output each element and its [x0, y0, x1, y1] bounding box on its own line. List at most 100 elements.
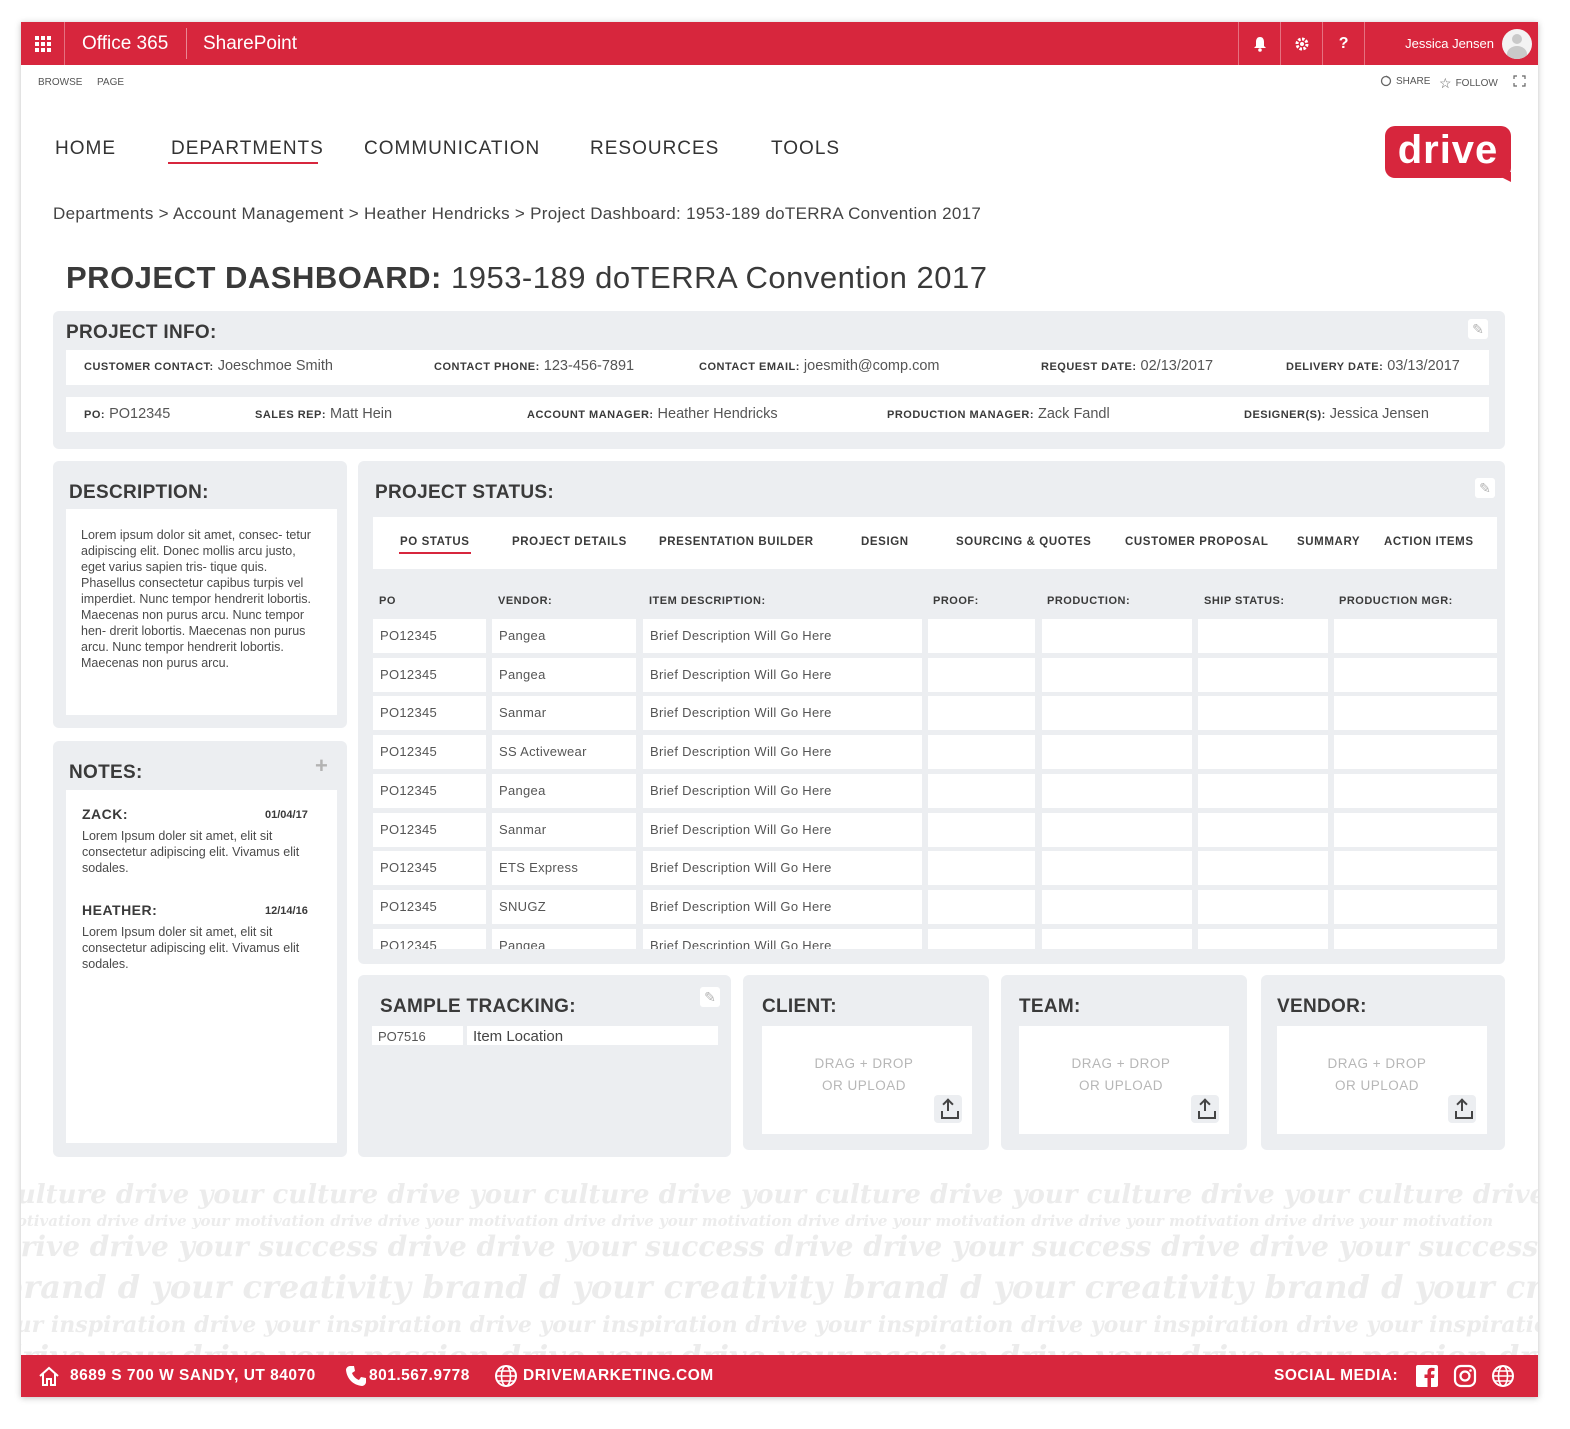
column-header-po: PO [379, 595, 396, 607]
table-cell[interactable] [1334, 696, 1497, 731]
table-row[interactable]: PO12345 Pangea Brief Description Will Go H… [373, 928, 1497, 949]
po-table: PO12345 Pangea Brief Description Will Go H… [373, 619, 1497, 949]
table-cell[interactable] [928, 928, 1035, 949]
user-menu[interactable]: Jessica Jensen [1364, 22, 1538, 65]
nav-tools[interactable]: TOOLS [771, 138, 840, 160]
table-cell[interactable] [1042, 619, 1192, 653]
table-cell[interactable] [1198, 657, 1328, 692]
sharepoint-link[interactable]: SharePoint [203, 22, 297, 65]
table-cell[interactable] [1042, 735, 1192, 770]
table-cell[interactable] [928, 773, 1035, 808]
table-row[interactable]: PO12345 SS Activewear Brief Description Wi… [373, 735, 1497, 770]
table-cell[interactable] [1042, 928, 1192, 949]
upload-icon[interactable] [1448, 1095, 1476, 1123]
plus-icon[interactable]: + [315, 753, 328, 779]
tab-po-status[interactable]: PO STATUS [400, 536, 470, 548]
table-cell[interactable] [1198, 889, 1328, 924]
footer-phone[interactable]: 801.567.9778 [369, 1355, 470, 1397]
table-cell[interactable] [1198, 851, 1328, 886]
tab-presentation-builder[interactable]: PRESENTATION BUILDER [659, 536, 814, 548]
bell-icon[interactable] [1238, 22, 1280, 65]
note-date: 01/04/17 [265, 809, 308, 821]
table-cell[interactable] [928, 812, 1035, 847]
description-heading: DESCRIPTION: [69, 482, 209, 503]
focus-icon[interactable] [1513, 75, 1526, 87]
nav-communication[interactable]: COMMUNICATION [364, 138, 540, 160]
suite-icons: ? Jessica Jensen [1238, 22, 1538, 65]
table-row[interactable]: PO12345 Sanmar Brief Description Will Go H… [373, 696, 1497, 731]
globe-icon[interactable] [1491, 1364, 1515, 1388]
instagram-icon[interactable] [1453, 1364, 1477, 1388]
facebook-icon[interactable] [1415, 1364, 1439, 1388]
sample-po[interactable]: PO7516 [372, 1026, 463, 1045]
table-cell[interactable] [1042, 773, 1192, 808]
ribbon-tab-page[interactable]: PAGE [97, 77, 124, 88]
follow-button[interactable]: ☆ FOLLOW [1439, 75, 1498, 92]
tab-summary[interactable]: SUMMARY [1297, 536, 1360, 548]
tab-project-details[interactable]: PROJECT DETAILS [512, 536, 627, 548]
upload-icon[interactable] [1191, 1095, 1219, 1123]
table-cell[interactable] [928, 889, 1035, 924]
table-cell[interactable] [928, 696, 1035, 731]
table-cell[interactable] [1334, 735, 1497, 770]
table-cell[interactable] [1042, 657, 1192, 692]
help-icon[interactable]: ? [1322, 22, 1364, 65]
table-cell[interactable] [1198, 812, 1328, 847]
table-cell[interactable] [1334, 928, 1497, 949]
table-cell[interactable] [928, 735, 1035, 770]
pencil-icon[interactable]: ✎ [1475, 478, 1495, 498]
tab-active-indicator [399, 552, 471, 554]
avatar-icon[interactable] [1502, 28, 1532, 59]
table-cell[interactable] [1198, 735, 1328, 770]
sample-location[interactable]: Item Location [467, 1026, 718, 1045]
table-cell[interactable] [1042, 889, 1192, 924]
table-cell[interactable] [928, 851, 1035, 886]
table-row[interactable]: PO12345 SNUGZ Brief Description Will Go He… [373, 889, 1497, 924]
delivery-date: DELIVERY DATE: 03/13/2017 [1286, 358, 1460, 374]
table-cell[interactable] [1334, 773, 1497, 808]
table-cell[interactable] [928, 619, 1035, 653]
drive-logo[interactable]: drive [1385, 126, 1511, 178]
share-button[interactable]: SHARE [1380, 75, 1430, 87]
table-cell[interactable] [1334, 619, 1497, 653]
table-row[interactable]: PO12345 Sanmar Brief Description Will Go H… [373, 812, 1497, 847]
contact-email: CONTACT EMAIL: joesmith@comp.com [699, 358, 940, 374]
user-name: Jessica Jensen [1405, 36, 1494, 51]
pencil-icon[interactable]: ✎ [700, 987, 720, 1007]
table-cell[interactable] [1042, 696, 1192, 731]
waffle-icon[interactable] [21, 22, 65, 65]
table-row[interactable]: PO12345 Pangea Brief Description Will Go H… [373, 773, 1497, 808]
table-cell[interactable] [1334, 657, 1497, 692]
table-cell[interactable] [1198, 773, 1328, 808]
footer-website[interactable]: DRIVEMARKETING.COM [523, 1355, 714, 1397]
table-cell[interactable] [1198, 928, 1328, 949]
tab-action-items[interactable]: ACTION ITEMS [1384, 536, 1474, 548]
table-row[interactable]: PO12345 ETS Express Brief Description Will… [373, 851, 1497, 886]
upload-icon[interactable] [934, 1095, 962, 1123]
table-cell[interactable] [1334, 812, 1497, 847]
office-365-link[interactable]: Office 365 [82, 22, 168, 65]
table-cell[interactable] [1042, 851, 1192, 886]
ribbon-tab-browse[interactable]: BROWSE [38, 77, 82, 88]
table-cell[interactable] [928, 657, 1035, 692]
nav-departments[interactable]: DEPARTMENTS [171, 138, 324, 160]
table-row[interactable]: PO12345 Pangea Brief Description Will Go H… [373, 657, 1497, 692]
table-cell[interactable] [1334, 889, 1497, 924]
tab-design[interactable]: DESIGN [861, 536, 909, 548]
breadcrumb[interactable]: Departments > Account Management > Heath… [53, 204, 981, 224]
gear-icon[interactable] [1280, 22, 1322, 65]
tab-customer-proposal[interactable]: CUSTOMER PROPOSAL [1125, 536, 1269, 548]
table-cell[interactable] [1334, 851, 1497, 886]
table-row[interactable]: PO12345 Pangea Brief Description Will Go H… [373, 619, 1497, 653]
nav-home[interactable]: HOME [55, 138, 116, 160]
table-cell: Brief Description Will Go Here [643, 696, 922, 731]
table-cell[interactable] [1042, 812, 1192, 847]
nav-resources[interactable]: RESOURCES [590, 138, 719, 160]
table-cell[interactable] [1198, 619, 1328, 653]
designers: DESIGNER(S): Jessica Jensen [1244, 406, 1429, 422]
table-cell[interactable] [1198, 696, 1328, 731]
pencil-icon[interactable]: ✎ [1468, 319, 1488, 339]
tab-sourcing-quotes[interactable]: SOURCING & QUOTES [956, 536, 1091, 548]
column-header-proof: PROOF: [933, 595, 979, 607]
note-author: ZACK: [82, 806, 129, 822]
